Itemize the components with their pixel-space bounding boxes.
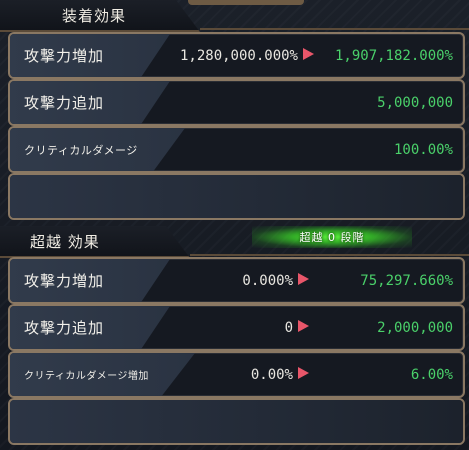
row-after-value: 5,000,000 [377, 94, 453, 111]
row-label: 攻撃力増加 [24, 47, 105, 65]
equip-row-empty [8, 173, 465, 220]
row-label: 攻撃力追加 [24, 94, 105, 112]
transcend-header-divider [190, 254, 469, 256]
row-after-value: 6.00% [410, 366, 453, 383]
row-before-value: 1,280,000.000% [179, 47, 298, 64]
row-label: クリティカルダメージ [24, 143, 138, 157]
transcend-section-header: 超越 効果 [0, 226, 190, 258]
transcend-stage-text: 超越 0 段階 [299, 231, 365, 244]
row-after-value: 75,297.660% [360, 272, 453, 289]
top-tab-edge [188, 0, 304, 5]
right-triangle-icon [298, 367, 309, 379]
row-before-value: 0.00% [250, 366, 293, 383]
row-label: 攻撃力増加 [24, 272, 105, 290]
row-after-value: 100.00% [393, 141, 453, 158]
row-after-value: 1,907,182.000% [334, 47, 453, 64]
right-triangle-icon [298, 273, 309, 285]
transcend-row-critical-damage-increase: クリティカルダメージ増加 0.00% 6.00% [8, 351, 465, 398]
row-label: クリティカルダメージ増加 [24, 371, 149, 382]
right-triangle-icon [303, 48, 314, 60]
row-label: 攻撃力追加 [24, 319, 105, 337]
equip-row-attack-increase: 攻撃力増加 1,280,000.000% 1,907,182.000% [8, 32, 465, 79]
transcend-row-empty [8, 398, 465, 445]
equip-row-attack-add: 攻撃力追加 5,000,000 [8, 79, 465, 126]
right-triangle-icon [298, 320, 309, 332]
equip-row-critical-damage: クリティカルダメージ 100.00% [8, 126, 465, 173]
row-before-value: 0.000% [242, 272, 293, 289]
row-before-value: 0 [284, 319, 293, 336]
transcend-row-attack-increase: 攻撃力増加 0.000% 75,297.660% [8, 257, 465, 304]
equip-section-title: 装着効果 [62, 7, 127, 25]
transcend-row-attack-add: 攻撃力追加 0 2,000,000 [8, 304, 465, 351]
equip-section-header: 装着効果 [0, 0, 200, 32]
equip-header-divider [200, 28, 469, 30]
row-after-value: 2,000,000 [377, 319, 453, 336]
transcend-section-title: 超越 効果 [30, 233, 100, 251]
transcend-stage-badge: 超越 0 段階 [252, 226, 412, 248]
